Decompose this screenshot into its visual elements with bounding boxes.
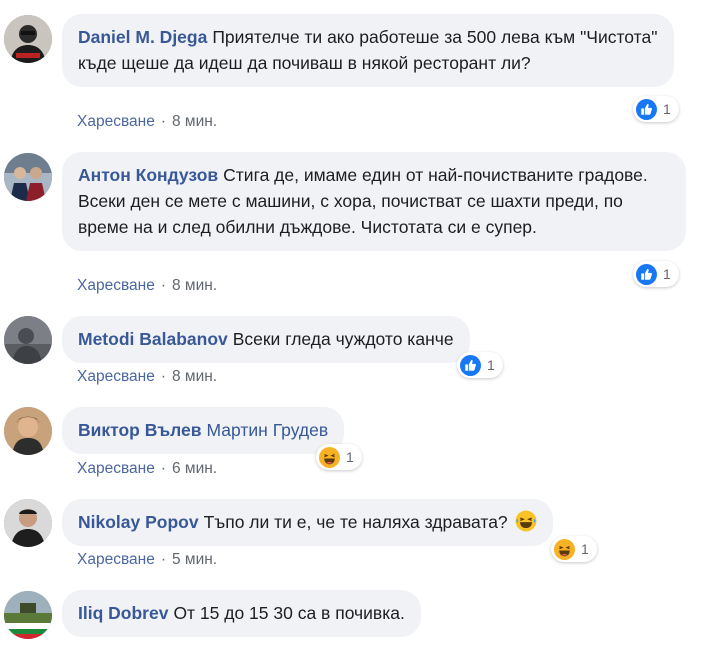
- comment-meta: Харесване · 6 мин.: [77, 460, 217, 478]
- separator: ·: [160, 277, 166, 294]
- haha-icon: [554, 538, 575, 560]
- avatar[interactable]: [4, 316, 52, 364]
- reaction-summary[interactable]: 1: [633, 96, 679, 122]
- avatar[interactable]: [4, 153, 52, 201]
- reaction-summary[interactable]: 1: [457, 352, 503, 378]
- comment-bubble: Антон Кондузов Стига де, имаме един от на…: [62, 152, 686, 251]
- timestamp[interactable]: 8 мин.: [172, 113, 217, 130]
- user-avatar-icon: [4, 499, 52, 547]
- comment-bubble: Виктор Вълев Мартин Грудев: [62, 407, 345, 454]
- reaction-count: 1: [663, 101, 671, 117]
- comment-text: От 15 до 15 30 са в почивка.: [173, 603, 405, 623]
- laughing-emoji-icon: [515, 510, 536, 532]
- like-icon: [636, 263, 657, 285]
- like-icon: [636, 98, 657, 120]
- comment-text: Всеки гледа чуждото канче: [232, 329, 454, 349]
- reaction-summary[interactable]: 1: [633, 261, 679, 287]
- user-avatar-icon: [4, 15, 52, 63]
- user-avatar-icon: [4, 153, 52, 201]
- avatar[interactable]: [4, 407, 52, 455]
- haha-icon: [319, 446, 340, 468]
- comment-author[interactable]: Daniel M. Djega: [78, 27, 207, 47]
- separator: ·: [160, 368, 166, 385]
- comment-author[interactable]: Metodi Balabanov: [78, 329, 228, 349]
- comment-author[interactable]: Iliq Dobrev: [78, 603, 168, 623]
- comment-bubble: Daniel M. Djega Приятелче ти ако работеше…: [62, 14, 674, 87]
- reaction-count: 1: [581, 541, 589, 557]
- like-link[interactable]: Харесване: [77, 277, 155, 294]
- comment-bubble: Iliq Dobrev От 15 до 15 30 са в почивка.: [62, 590, 421, 637]
- comment-meta: Харесване · 8 мин.: [77, 113, 217, 131]
- like-icon: [460, 354, 481, 376]
- timestamp[interactable]: 5 мин.: [172, 551, 217, 568]
- timestamp[interactable]: 8 мин.: [172, 368, 217, 385]
- avatar[interactable]: [4, 499, 52, 547]
- user-avatar-icon: [4, 407, 52, 455]
- comment-author[interactable]: Виктор Вълев: [78, 420, 202, 440]
- comment-meta: Харесване · 5 мин.: [77, 551, 217, 569]
- avatar[interactable]: [4, 15, 52, 63]
- separator: ·: [160, 460, 166, 477]
- user-avatar-icon: [4, 591, 52, 639]
- comment-bubble: Metodi Balabanov Всеки гледа чуждото канч…: [62, 316, 470, 363]
- comment-meta: Харесване · 8 мин.: [77, 277, 217, 295]
- like-link[interactable]: Харесване: [77, 368, 155, 385]
- comment-bubble: Nikolay Popov Тъпо ли ти е, че те наляха …: [62, 499, 553, 546]
- user-avatar-icon: [4, 316, 52, 364]
- mentioned-user[interactable]: Мартин Грудев: [207, 420, 329, 440]
- reaction-count: 1: [346, 449, 354, 465]
- reaction-count: 1: [487, 357, 495, 373]
- comment-text: Тъпо ли ти е, че те наляха здравата?: [203, 512, 508, 532]
- comment-author[interactable]: Nikolay Popov: [78, 512, 199, 532]
- like-link[interactable]: Харесване: [77, 113, 155, 130]
- reaction-summary[interactable]: 1: [316, 444, 362, 470]
- separator: ·: [160, 113, 166, 130]
- separator: ·: [160, 551, 166, 568]
- like-link[interactable]: Харесване: [77, 460, 155, 477]
- reaction-count: 1: [663, 266, 671, 282]
- comment-meta: Харесване · 8 мин.: [77, 368, 217, 386]
- timestamp[interactable]: 8 мин.: [172, 277, 217, 294]
- reaction-summary[interactable]: 1: [551, 536, 597, 562]
- timestamp[interactable]: 6 мин.: [172, 460, 217, 477]
- like-link[interactable]: Харесване: [77, 551, 155, 568]
- comment-author[interactable]: Антон Кондузов: [78, 165, 218, 185]
- avatar[interactable]: [4, 591, 52, 639]
